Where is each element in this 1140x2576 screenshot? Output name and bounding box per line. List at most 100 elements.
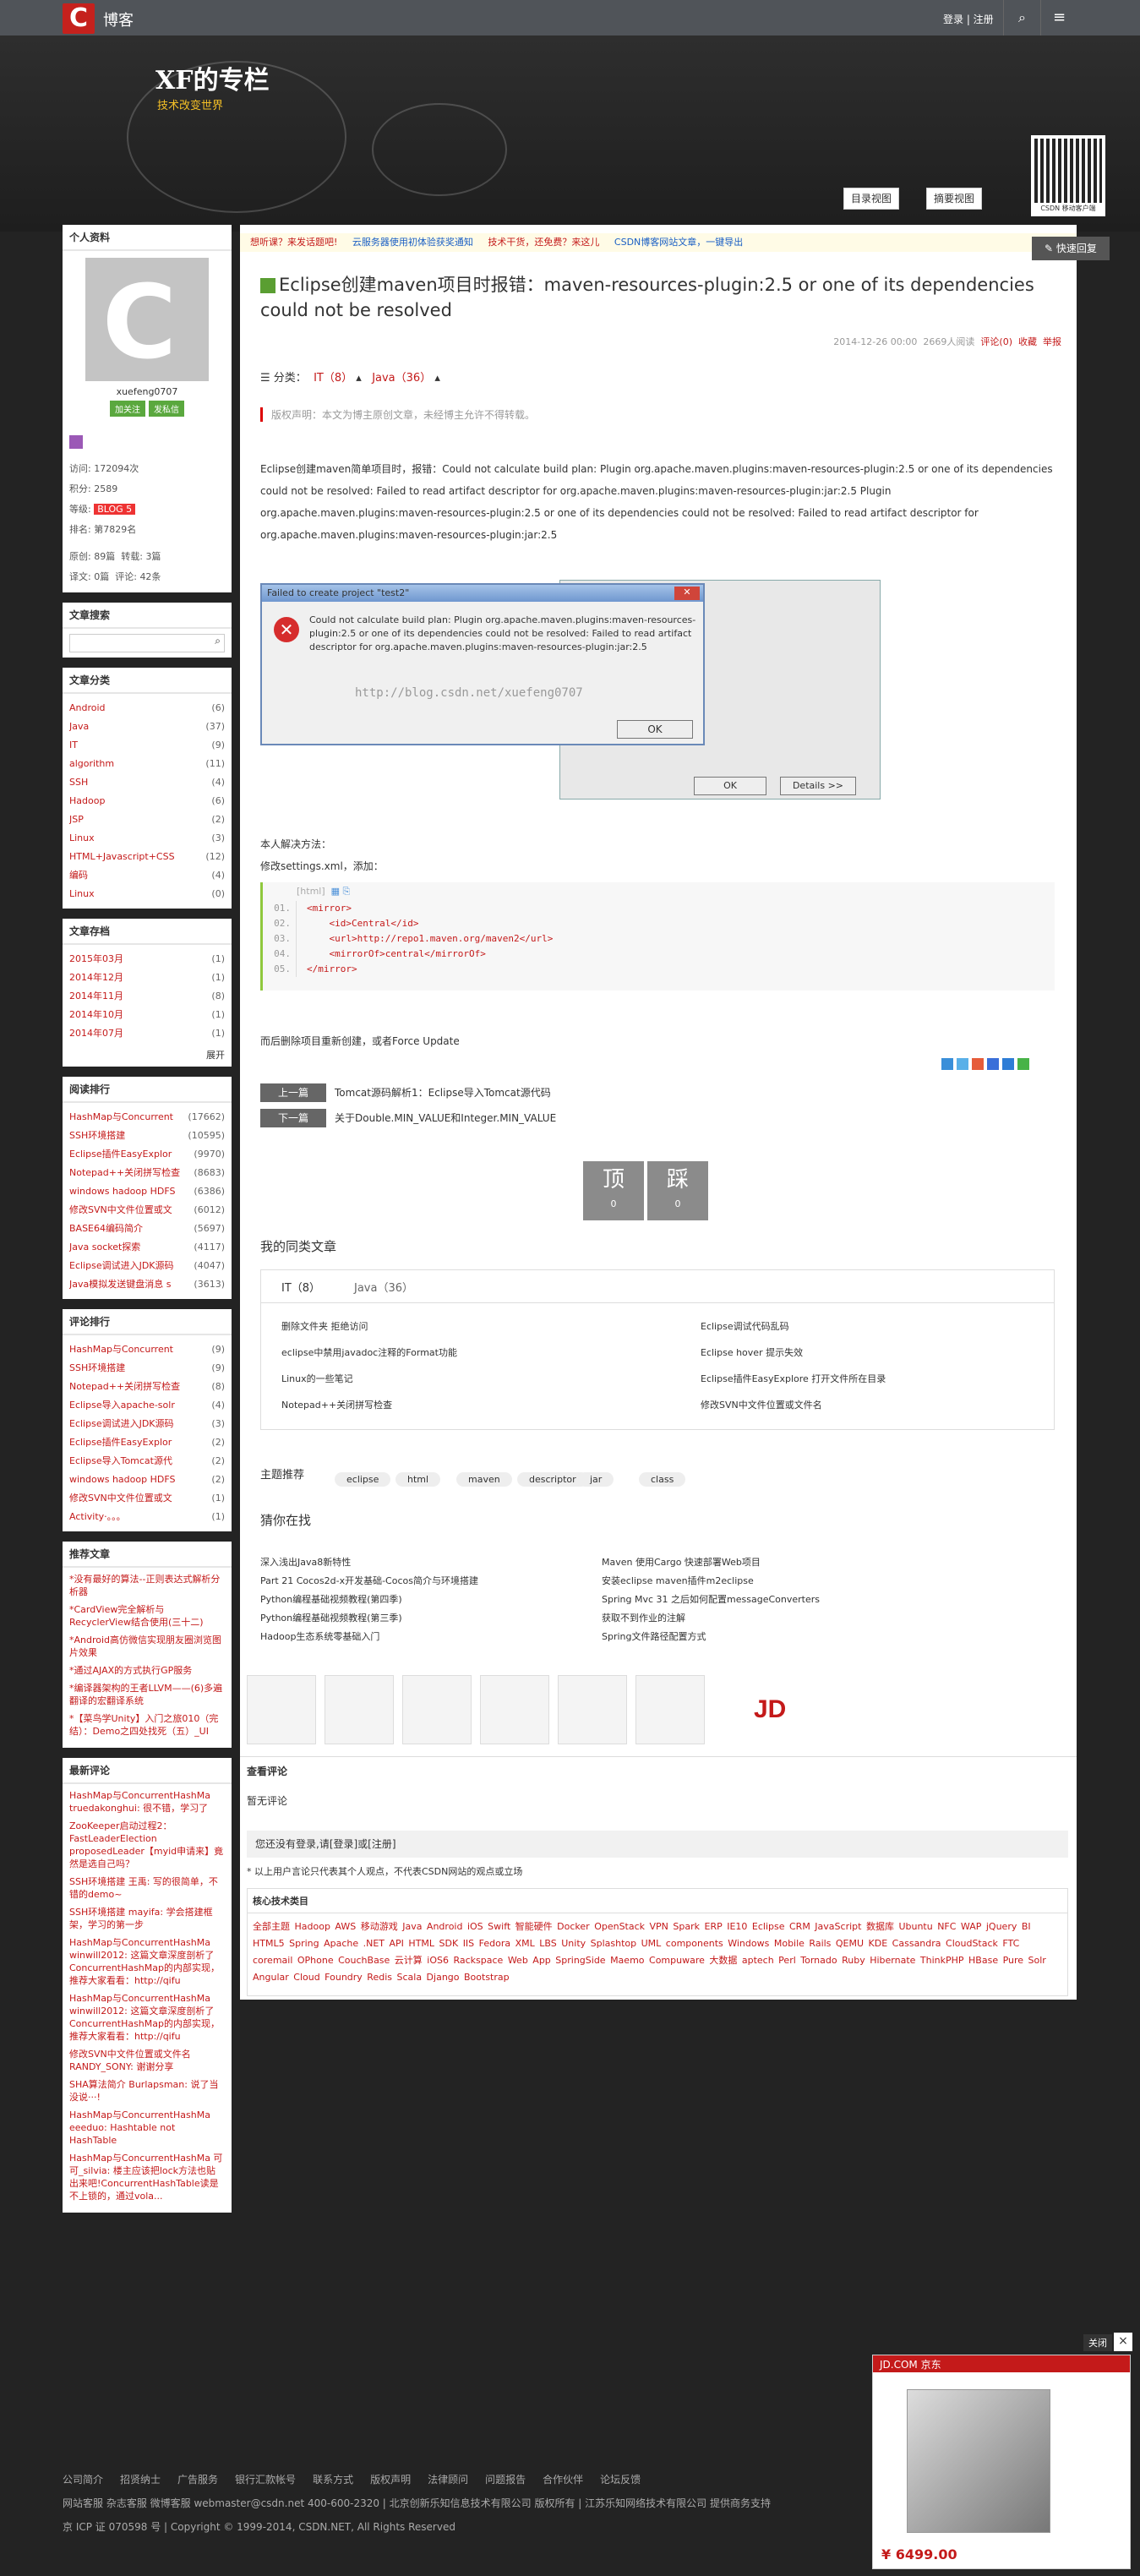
list-item[interactable]: 编码 (4) [69,866,225,885]
item-label[interactable]: Java模拟发送键盘消息 s [69,1279,171,1290]
footer-link[interactable]: 问题报告 [485,2474,526,2486]
list-item[interactable]: 修改SVN中文件位置或文 (1) [69,1489,225,1508]
guess-link[interactable]: Python编程基础视频教程(第三季) [260,1611,402,1624]
list-item[interactable]: *编译器架构的王者LLVM——(6)多遍翻译的宏翻译系统 [69,1682,225,1707]
list-item[interactable]: Linux (3) [69,829,225,848]
guess-link[interactable]: 安装eclipse maven插件m2eclipse [602,1574,754,1587]
item-label[interactable]: 编码 [69,870,88,881]
next-article[interactable]: 下一篇 关于Double.MIN_VALUE和Integer.MIN_VALUE [260,1109,556,1127]
footer-link[interactable]: 联系方式 [313,2474,353,2486]
list-item[interactable]: SSH环境搭建 (9) [69,1359,225,1378]
list-item[interactable]: Notepad++关闭拼写检查 (8683) [69,1164,225,1182]
footer-link[interactable]: 广告服务 [177,2474,218,2486]
item-label[interactable]: Notepad++关闭拼写检查 [69,1381,180,1392]
list-item[interactable]: *没有最好的算法--正则表达式解析分析器 [69,1573,225,1598]
item-label[interactable]: algorithm [69,758,114,769]
item-label[interactable]: JSP [69,814,84,825]
search-icon[interactable]: ⌕ [215,635,221,647]
same-article-link[interactable]: Notepad++关闭拼写检查 [281,1398,392,1411]
item-label[interactable]: Android [69,702,106,713]
topic-tag[interactable]: maven [456,1472,512,1487]
item-label[interactable]: Eclipse调试进入JDK源码 [69,1260,174,1271]
item-label[interactable]: 2014年10月 [69,1009,123,1020]
guess-link[interactable]: Maven 使用Cargo 快速部署Web项目 [602,1555,761,1569]
comment-link[interactable]: 评论(0) [980,336,1012,347]
footer-link[interactable]: 银行汇款帐号 [235,2474,296,2486]
jd-logo[interactable]: JD [754,1695,786,1724]
list-item[interactable]: HashMap与ConcurrentHashMa eeeduo: Hashtab… [69,2109,225,2147]
menu-icon[interactable]: ≡ [1040,0,1077,35]
footer-link[interactable]: 招贤纳士 [120,2474,161,2486]
item-label[interactable]: Linux [69,888,95,899]
list-item[interactable]: Eclipse插件EasyExplor (2) [69,1433,225,1452]
item-label[interactable]: 2014年12月 [69,972,123,983]
item-label[interactable]: Eclipse调试进入JDK源码 [69,1418,174,1429]
guess-link[interactable]: Hadoop生态系统零基础入门 [260,1629,379,1643]
guess-link[interactable]: 获取不到作业的注解 [602,1611,685,1624]
list-item[interactable]: Eclipse插件EasyExplor (9970) [69,1145,225,1164]
downvote-button[interactable]: 踩0 [647,1161,708,1220]
list-item[interactable]: 2014年12月 (1) [69,969,225,987]
item-label[interactable]: Eclipse导入apache-solr [69,1400,175,1411]
list-item[interactable]: BASE64编码简介 (5697) [69,1220,225,1238]
list-item[interactable]: Eclipse导入Tomcat源代 (2) [69,1452,225,1471]
list-item[interactable]: *通过AJAX的方式执行GP服务 [69,1664,225,1677]
item-label[interactable]: 2014年11月 [69,991,123,1001]
item-label[interactable]: HTML+Javascript+CSS [69,851,175,862]
list-item[interactable]: SSH环境搭建 mayifa: 学会搭建框架，学习的第一步 [69,1906,225,1931]
close-icon[interactable]: ✕ [674,587,700,600]
list-item[interactable]: HashMap与ConcurrentHashMa winwill2012: 这篇… [69,1992,225,2043]
same-article-link[interactable]: Eclipse插件EasyExplore 打开文件所在目录 [701,1372,886,1385]
list-item[interactable]: HashMap与ConcurrentHashMa 可可_silvia: 楼主应该… [69,2152,225,2202]
item-label[interactable]: windows hadoop HDFS [69,1186,175,1197]
jd-ad-popup[interactable]: JD.COM 京东 ¥ 6499.00 [872,2355,1131,2569]
list-view-button[interactable]: 目录视图 [843,188,900,210]
share-icons[interactable] [941,1058,1029,1072]
list-item[interactable]: Android (6) [69,699,225,718]
tab-java[interactable]: Java（36） [354,1279,413,1295]
item-label[interactable]: SSH [69,777,88,788]
list-item[interactable]: SSH环境搭建 王禹: 写的很简单，不错的demo~ [69,1875,225,1901]
guess-link[interactable]: Part 21 Cocos2d-x开发基础-Cocos简介与环境搭建 [260,1574,478,1587]
tab-it[interactable]: IT（8） [281,1279,320,1295]
item-label[interactable]: 2014年07月 [69,1028,123,1039]
ad-close-button[interactable]: 关闭 [1083,2334,1112,2351]
prev-article[interactable]: 上一篇 Tomcat源码解析1：Eclipse导入Tomcat源代码 [260,1083,551,1102]
guess-link[interactable]: 深入浅出Java8新特性 [260,1555,351,1569]
item-label[interactable]: 2015年03月 [69,953,123,964]
notice-link[interactable]: 技术干货，还免费？来这儿 [488,237,599,248]
footer-link[interactable]: 公司简介 [63,2474,103,2486]
item-label[interactable]: Eclipse插件EasyExplor [69,1149,172,1160]
same-article-link[interactable]: eclipse中禁用javadoc注释的Format功能 [281,1345,457,1359]
item-label[interactable]: Java [69,721,89,732]
site-name[interactable]: 博客 [103,8,134,30]
same-article-link[interactable]: 修改SVN中文件位置或文件名 [701,1398,822,1411]
list-item[interactable]: 2015年03月 (1) [69,950,225,969]
item-label[interactable]: Java socket探索 [69,1242,140,1253]
item-label[interactable]: Notepad++关闭拼写检查 [69,1167,180,1178]
same-article-link[interactable]: Eclipse调试代码乱码 [701,1319,789,1333]
item-label[interactable]: Eclipse导入Tomcat源代 [69,1455,172,1466]
list-item[interactable]: 2014年07月 (1) [69,1024,225,1043]
list-item[interactable]: 修改SVN中文件位置或文件名 RANDY_SONY: 谢谢分享 [69,2048,225,2073]
list-item[interactable]: Java socket探索 (4117) [69,1238,225,1257]
category-link[interactable]: Java（36） [372,372,431,385]
list-item[interactable]: Eclipse调试进入JDK源码 (3) [69,1415,225,1433]
item-label[interactable]: BASE64编码简介 [69,1223,143,1234]
list-item[interactable]: SHA算法简介 Burlapsman: 说了当没说···! [69,2078,225,2104]
same-article-link[interactable]: Eclipse hover 提示失效 [701,1345,803,1359]
dialog-ok-button[interactable]: OK [617,720,693,739]
category-link[interactable]: IT（8） [314,372,352,385]
list-item[interactable]: 2014年11月 (8) [69,987,225,1006]
list-item[interactable]: Activity·。。。 (1) [69,1508,225,1526]
list-item[interactable]: IT (9) [69,736,225,755]
item-label[interactable]: Hadoop [69,795,105,806]
notice-link[interactable]: 云服务器使用初体验获奖通知 [352,237,473,248]
list-item[interactable]: windows hadoop HDFS (6386) [69,1182,225,1201]
login-prompt[interactable]: 您还没有登录,请[登录]或[注册] [247,1831,1068,1858]
product-image[interactable] [907,2389,1050,2533]
close-icon[interactable]: × [1114,2333,1132,2351]
list-item[interactable]: 2014年10月 (1) [69,1006,225,1024]
item-label[interactable]: Activity·。。。 [69,1511,126,1522]
list-item[interactable]: *【菜鸟学Unity】入门之旅010（完结）：Demo之四处找死（五）_UI [69,1712,225,1738]
